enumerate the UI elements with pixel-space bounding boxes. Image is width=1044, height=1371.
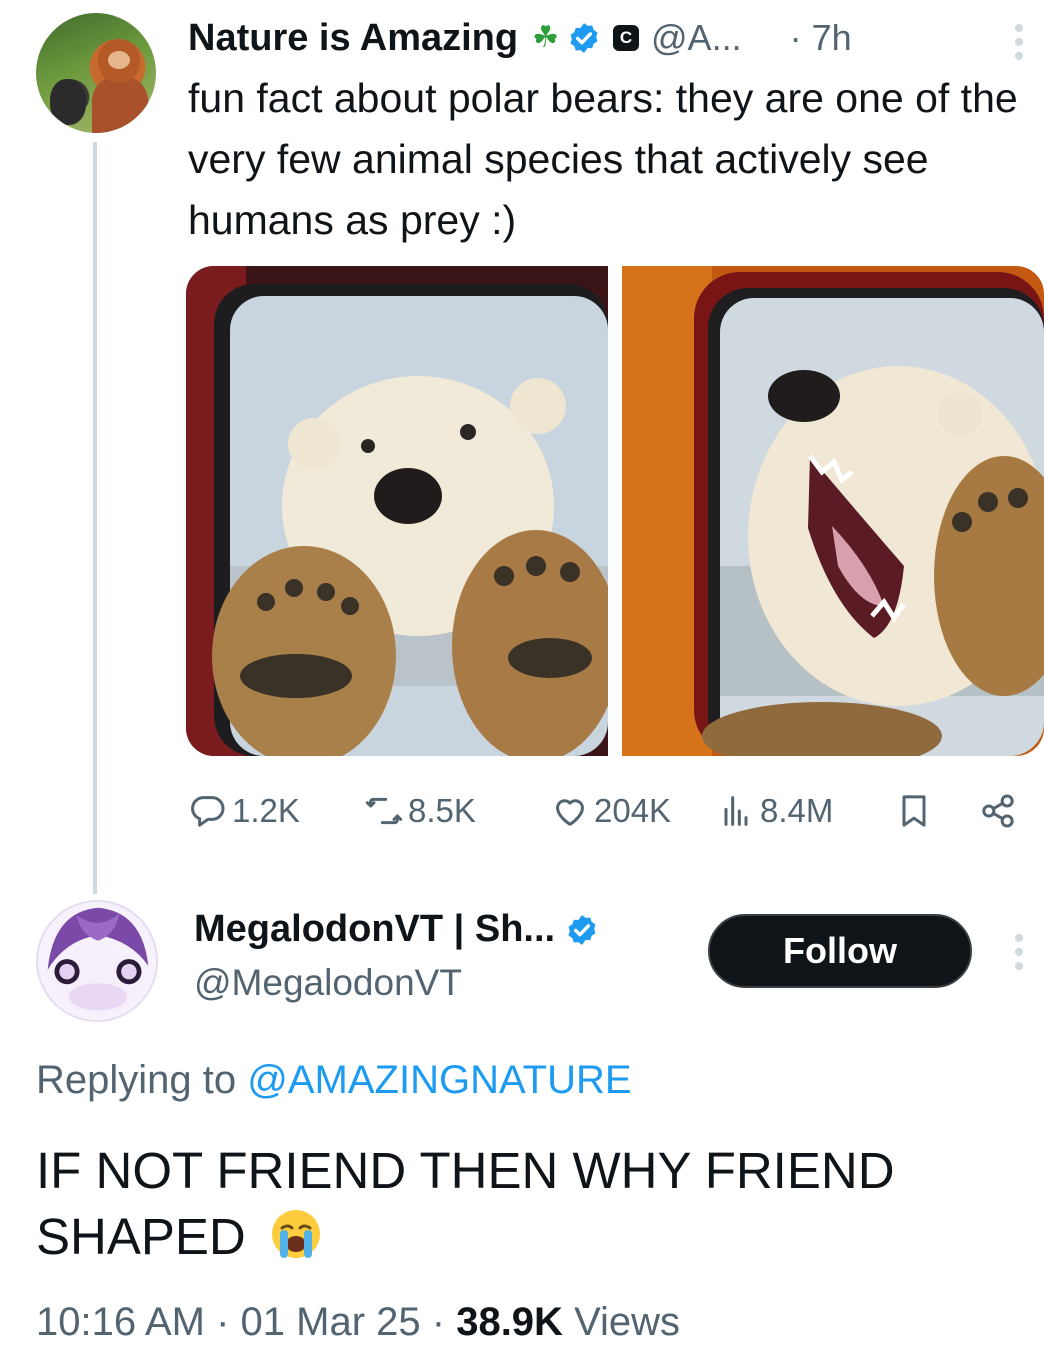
like-count: 204K	[594, 792, 672, 829]
tweet-meta: 10:16 AM · 01 Mar 25 · 38.9K Views	[36, 1300, 680, 1345]
c-badge-icon: C	[613, 25, 640, 51]
verified-icon	[570, 23, 598, 53]
heart-icon	[556, 799, 584, 826]
share-action[interactable]	[978, 786, 1022, 836]
polar-bear-photo-1	[186, 266, 608, 756]
reply-views-label: Views	[562, 1300, 681, 1344]
reply-header: MegalodonVT | Sh...	[194, 908, 599, 951]
reply-icon	[191, 796, 225, 827]
timestamp[interactable]: · 7h	[790, 17, 852, 59]
photo-polar-bear-roar[interactable]	[622, 266, 1044, 756]
reply-handle[interactable]: @MegalodonVT	[194, 962, 462, 1004]
tweet-header: Nature is Amazing ☘ C @A... · 7h	[188, 12, 852, 64]
view-count: 8.4M	[760, 792, 834, 829]
analytics-icon	[724, 796, 748, 826]
media-grid	[186, 266, 1044, 756]
reply-text-content: IF NOT FRIEND THEN WHY FRIEND SHAPED	[36, 1142, 895, 1265]
reply-views-count: 38.9K	[456, 1300, 563, 1344]
replying-to: Replying to @AMAZINGNATURE	[36, 1058, 632, 1103]
polar-bear-photo-2	[622, 266, 1044, 756]
thread-line	[93, 142, 97, 894]
repost-action[interactable]: 8.5K	[364, 786, 476, 836]
reply-display-name[interactable]: MegalodonVT | Sh...	[194, 908, 555, 951]
avatar-orangutan-body	[92, 77, 148, 133]
replying-prefix: Replying to	[36, 1058, 237, 1102]
bookmark-action[interactable]	[894, 786, 938, 836]
share-icon	[982, 794, 1014, 828]
clover-icon: ☘	[532, 21, 560, 54]
avatar-dog	[50, 79, 86, 125]
verified-icon	[568, 914, 596, 945]
photo-polar-bear-window[interactable]	[186, 266, 608, 756]
timestamp-value: 7h	[811, 17, 852, 58]
reply-text: IF NOT FRIEND THEN WHY FRIEND SHAPED	[36, 1138, 1016, 1270]
bookmark-icon	[902, 795, 926, 827]
more-icon[interactable]	[1015, 934, 1025, 976]
repost-count: 8.5K	[408, 792, 476, 829]
reply-action[interactable]: 1.2K	[188, 786, 300, 836]
avatar-orangutan-face	[98, 39, 140, 83]
c-badge-letter: C	[619, 28, 633, 47]
reply-timestamp: 10:16 AM · 01 Mar 25 ·	[36, 1300, 457, 1344]
more-icon[interactable]	[1015, 24, 1025, 66]
tweet-text: fun fact about polar bears: they are one…	[188, 75, 1018, 243]
replying-mention[interactable]: @AMAZINGNATURE	[247, 1058, 631, 1102]
reply-count: 1.2K	[232, 792, 300, 829]
vtuber-avatar-art	[38, 902, 156, 1020]
like-action[interactable]: 204K	[550, 786, 671, 836]
reply-avatar[interactable]	[36, 900, 158, 1022]
handle[interactable]: @A...	[651, 17, 742, 59]
repost-icon	[365, 797, 403, 825]
views-action[interactable]: 8.4M	[716, 786, 833, 836]
tweet-actions: 1.2K 8.5K 204K 8.4M	[188, 786, 1028, 836]
avatar[interactable]	[36, 13, 156, 133]
loudly-crying-face-icon	[271, 1210, 320, 1258]
display-name[interactable]: Nature is Amazing	[188, 17, 518, 60]
follow-button[interactable]: Follow	[708, 914, 972, 988]
